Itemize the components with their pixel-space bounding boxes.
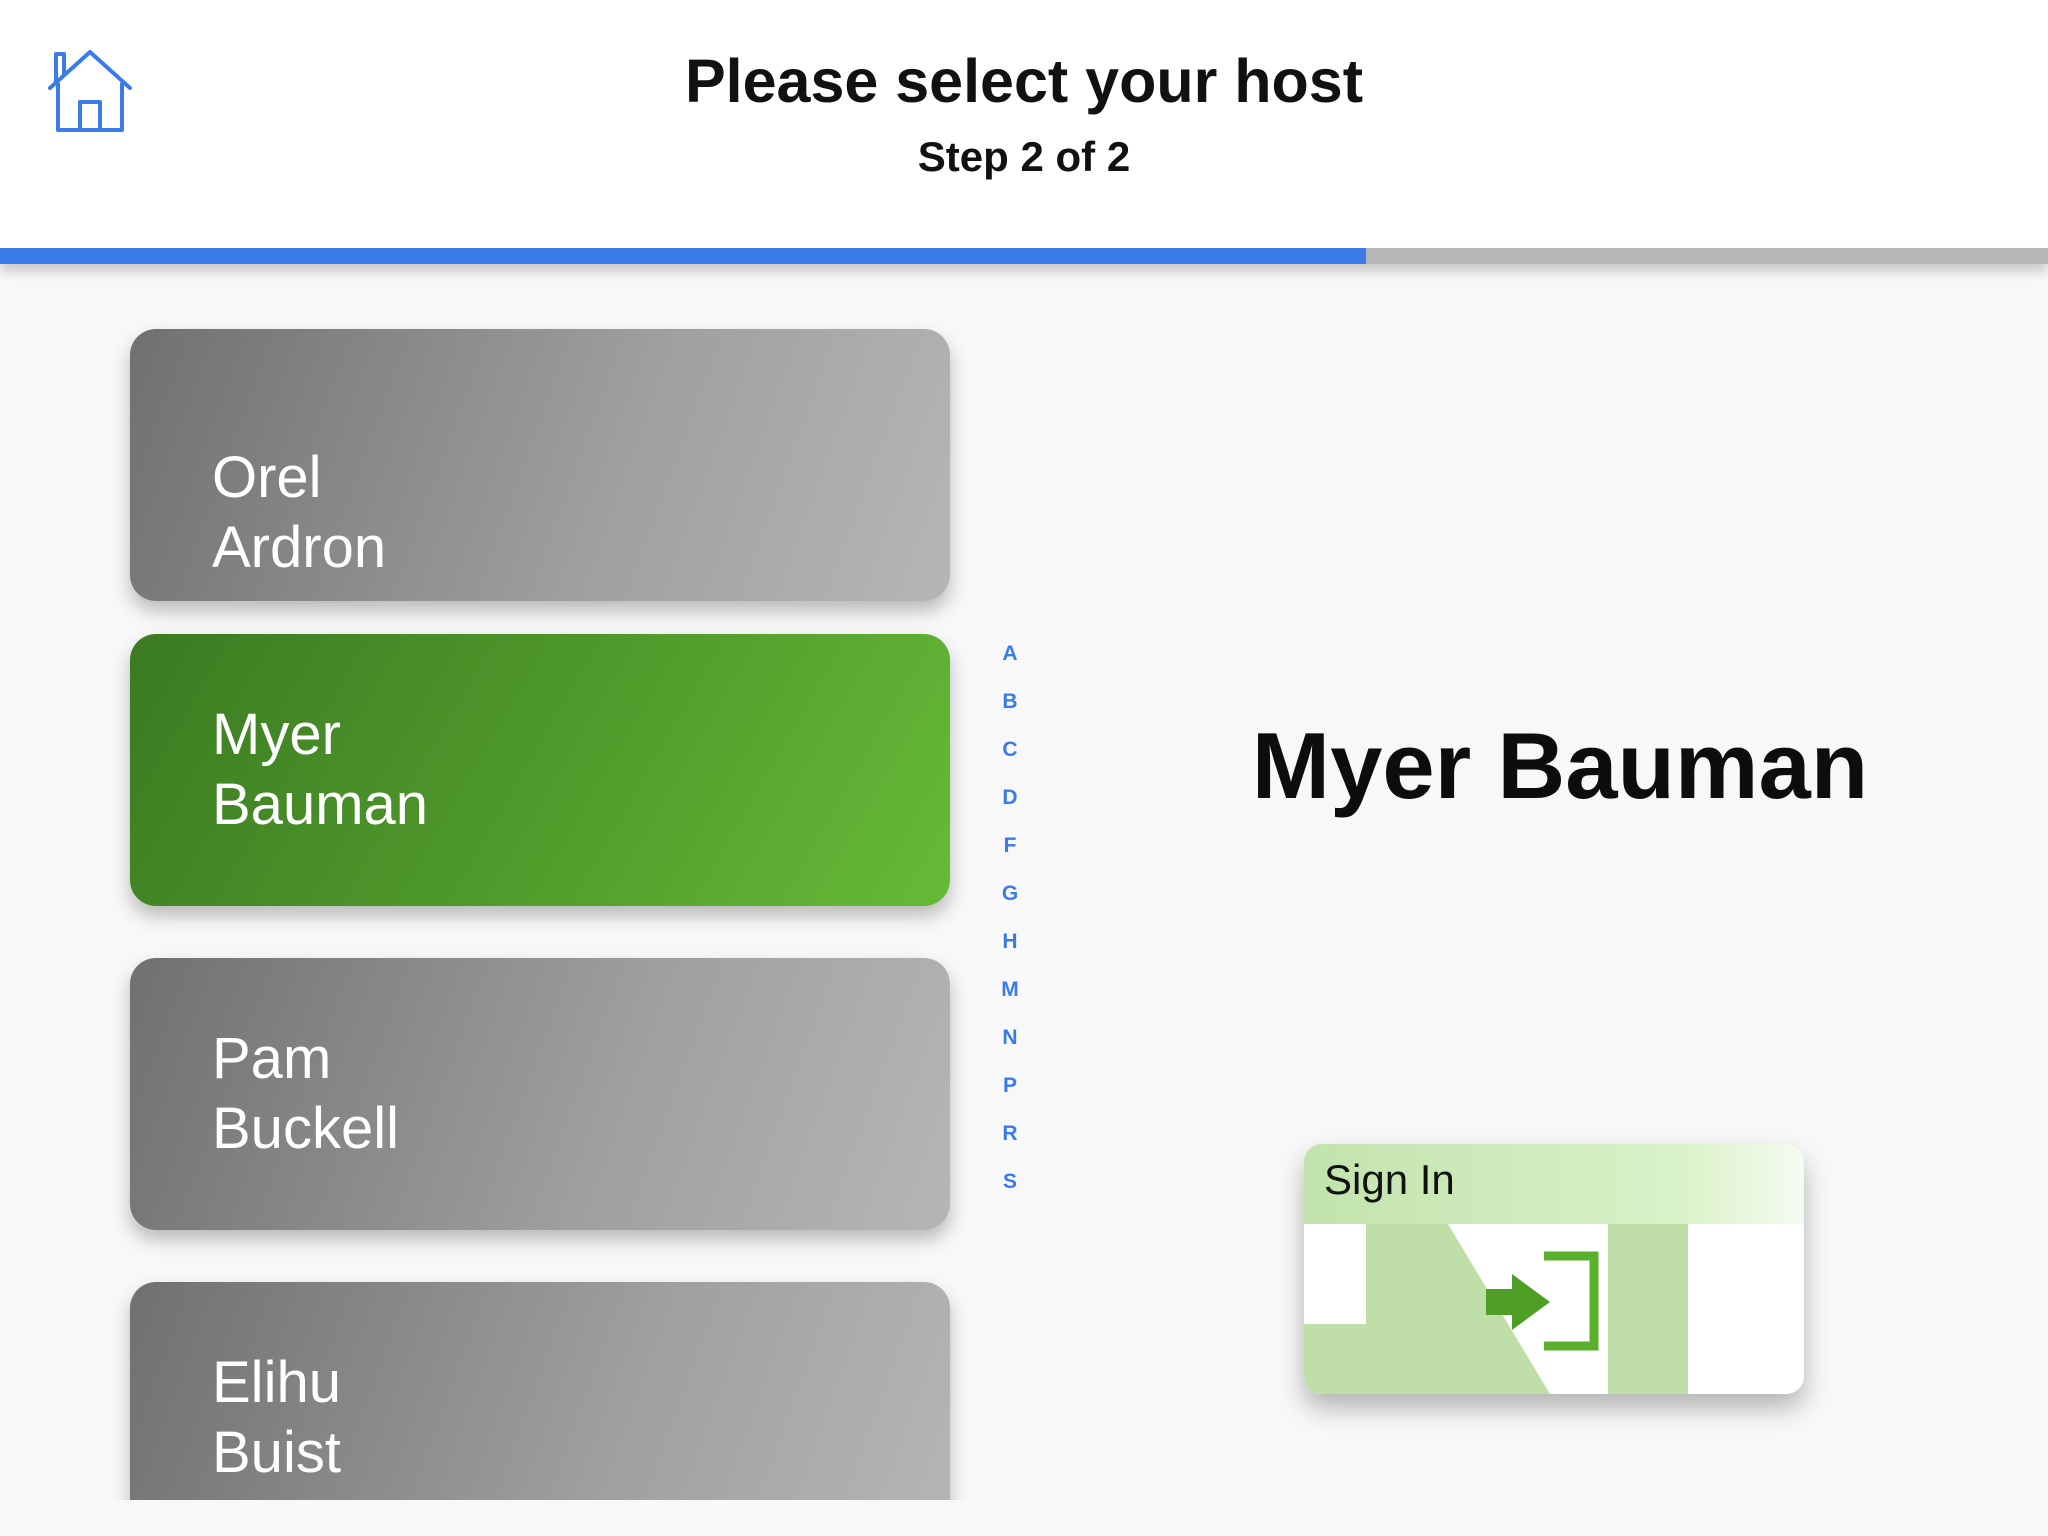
host-card-pam-buckell[interactable]: Pam Buckell xyxy=(130,958,950,1230)
host-list[interactable]: Orel Ardron Myer Bauman Pam Buckell Elih… xyxy=(0,264,1000,1500)
host-first-name: Orel xyxy=(212,445,322,510)
host-card-elihu-buist[interactable]: Elihu Buist xyxy=(130,1282,950,1500)
host-card-orel-ardron[interactable]: Orel Ardron xyxy=(130,329,950,601)
progress-fill xyxy=(0,248,1367,264)
host-first-name: Myer xyxy=(212,702,341,767)
index-letter-p[interactable]: P xyxy=(990,1067,1030,1115)
host-first-name: Elihu xyxy=(212,1350,341,1415)
host-last-name: Ardron xyxy=(212,515,387,580)
sign-in-button[interactable]: Sign In xyxy=(1304,1144,1804,1394)
host-card-myer-bauman[interactable]: Myer Bauman xyxy=(130,634,950,906)
index-letter-c[interactable]: C xyxy=(990,731,1030,779)
sign-in-label: Sign In xyxy=(1324,1156,1455,1203)
host-last-name: Buckell xyxy=(212,1096,399,1161)
index-letter-h[interactable]: H xyxy=(990,923,1030,971)
alphabet-index[interactable]: A B C D F G H M N P R S xyxy=(990,635,1030,1211)
sign-in-icon xyxy=(1304,1224,1804,1394)
index-letter-g[interactable]: G xyxy=(990,875,1030,923)
index-letter-n[interactable]: N xyxy=(990,1019,1030,1067)
header: Please select your host Step 2 of 2 xyxy=(0,0,2048,248)
index-letter-d[interactable]: D xyxy=(990,779,1030,827)
selected-host-name: Myer Bauman xyxy=(1251,713,1869,818)
host-last-name: Bauman xyxy=(212,772,429,837)
index-letter-b[interactable]: B xyxy=(990,683,1030,731)
index-letter-s[interactable]: S xyxy=(990,1163,1030,1211)
index-letter-f[interactable]: F xyxy=(990,827,1030,875)
step-indicator: Step 2 of 2 xyxy=(917,133,1131,180)
host-first-name: Pam xyxy=(212,1026,332,1091)
index-letter-m[interactable]: M xyxy=(990,971,1030,1019)
index-letter-a[interactable]: A xyxy=(990,635,1030,683)
page-title: Please select your host xyxy=(684,47,1364,115)
index-letter-r[interactable]: R xyxy=(990,1115,1030,1163)
progress-bar xyxy=(0,248,2048,264)
host-last-name: Buist xyxy=(212,1420,341,1485)
